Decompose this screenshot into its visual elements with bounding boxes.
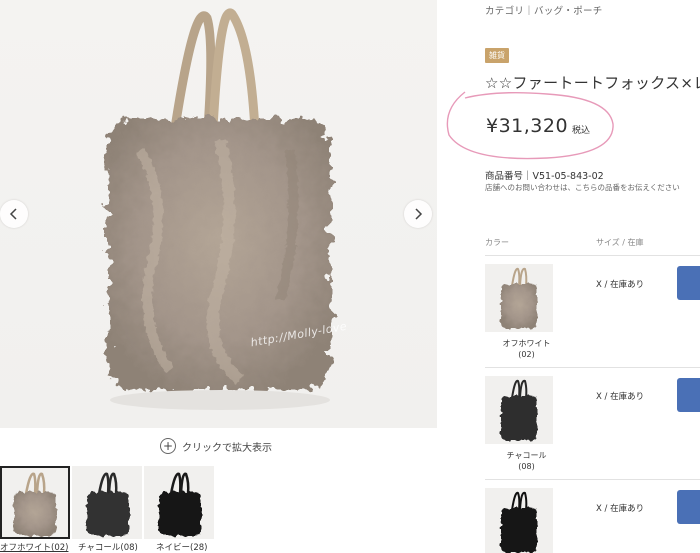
variant-stock-charcoal: X / 在庫あり	[596, 392, 645, 402]
table-divider	[485, 367, 700, 368]
thumbnail-label-offwhite[interactable]: オフホワイト(02)	[0, 541, 68, 553]
table-divider	[485, 255, 700, 256]
add-to-cart-button-navy[interactable]	[677, 490, 700, 524]
next-image-button[interactable]	[404, 200, 432, 228]
zoom-label: クリックで拡大表示	[182, 442, 272, 454]
variant-stock-offwhite: X / 在庫あり	[596, 280, 645, 290]
zoom-link[interactable]: + クリックで拡大表示	[160, 438, 272, 454]
chevron-left-icon	[9, 208, 17, 220]
breadcrumb[interactable]: カテゴリ｜バッグ・ポーチ	[485, 3, 603, 17]
variant-image-charcoal[interactable]	[485, 376, 553, 444]
chevron-right-icon	[415, 208, 423, 220]
variant-name-offwhite: オフホワイト (02)	[502, 339, 551, 359]
variant-name-charcoal: チャコール (08)	[506, 451, 547, 471]
thumbnail-charcoal[interactable]	[72, 466, 142, 539]
thumbnail-navy[interactable]	[144, 466, 214, 539]
table-header-size-stock: サイズ / 在庫	[596, 238, 644, 247]
variant-stock-navy: X / 在庫あり	[596, 504, 645, 514]
table-divider	[485, 479, 700, 480]
add-to-cart-button-offwhite[interactable]	[677, 266, 700, 300]
variant-image-navy[interactable]	[485, 488, 553, 553]
thumbnail-offwhite[interactable]	[0, 466, 70, 539]
product-price: ¥31,320	[486, 115, 569, 137]
plus-icon: +	[160, 438, 176, 454]
thumbnail-label-charcoal[interactable]: チャコール(08)	[78, 541, 138, 553]
prev-image-button[interactable]	[0, 200, 28, 228]
variant-image-offwhite[interactable]	[485, 264, 553, 332]
category-badge: 雑貨	[485, 48, 509, 63]
inquiry-note: 店舗へのお問い合わせは、こちらの品番をお伝えください	[485, 183, 680, 192]
thumbnail-label-navy[interactable]: ネイビー(28)	[156, 541, 207, 553]
main-product-image[interactable]	[0, 0, 437, 428]
tax-label: 税込	[572, 126, 591, 136]
add-to-cart-button-charcoal[interactable]	[677, 378, 700, 412]
table-header-color: カラー	[485, 238, 509, 247]
product-code: 商品番号｜V51-05-843-02	[485, 171, 604, 182]
